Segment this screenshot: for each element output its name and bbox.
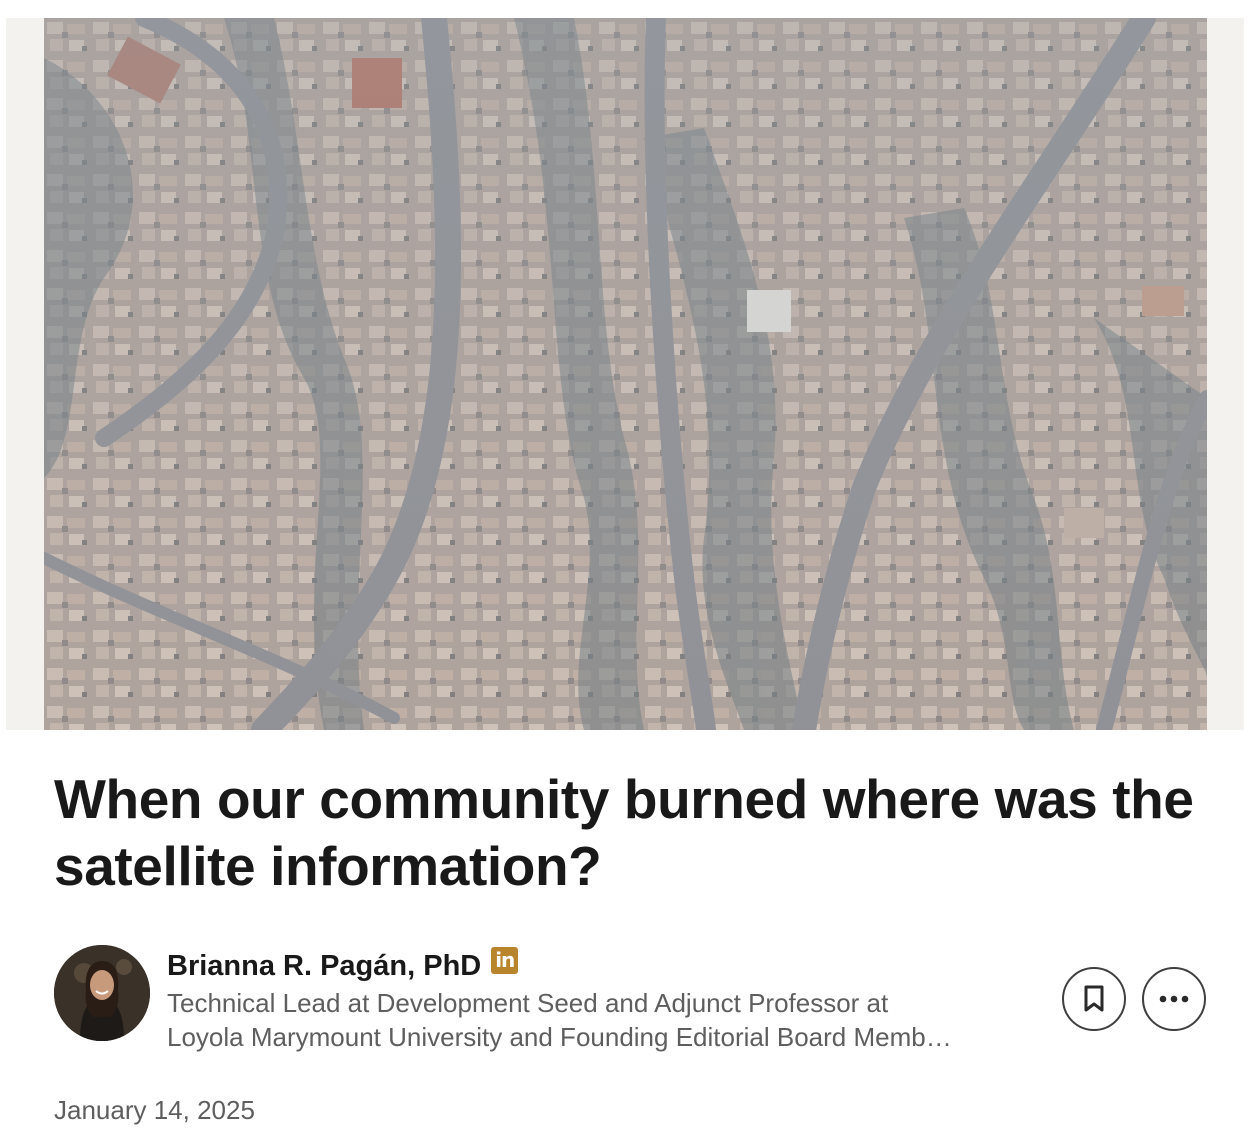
more-options-button[interactable] [1142, 967, 1206, 1031]
bookmark-icon [1084, 985, 1104, 1012]
hero-satellite-image [44, 18, 1207, 730]
article-page: When our community burned where was the … [0, 0, 1250, 1138]
author-headline: Technical Lead at Development Seed and A… [167, 986, 1037, 1054]
linkedin-icon: in [491, 946, 519, 974]
publish-date: January 14, 2025 [54, 1095, 255, 1125]
author-avatar[interactable] [54, 945, 150, 1041]
author-headline-line-1: Technical Lead at Development Seed and A… [167, 988, 889, 1018]
author-name[interactable]: Brianna R. Pagán, PhD [167, 950, 481, 983]
satellite-photo [44, 18, 1207, 730]
author-photo [54, 945, 150, 1041]
author-headline-line-2: Loyola Marymount University and Founding… [167, 1022, 952, 1052]
article-title: When our community burned where was the … [54, 768, 1194, 897]
save-article-button[interactable] [1062, 967, 1126, 1031]
author-name-row: Brianna R. Pagán, PhD in [167, 946, 519, 986]
ellipsis-icon [1159, 995, 1189, 1003]
